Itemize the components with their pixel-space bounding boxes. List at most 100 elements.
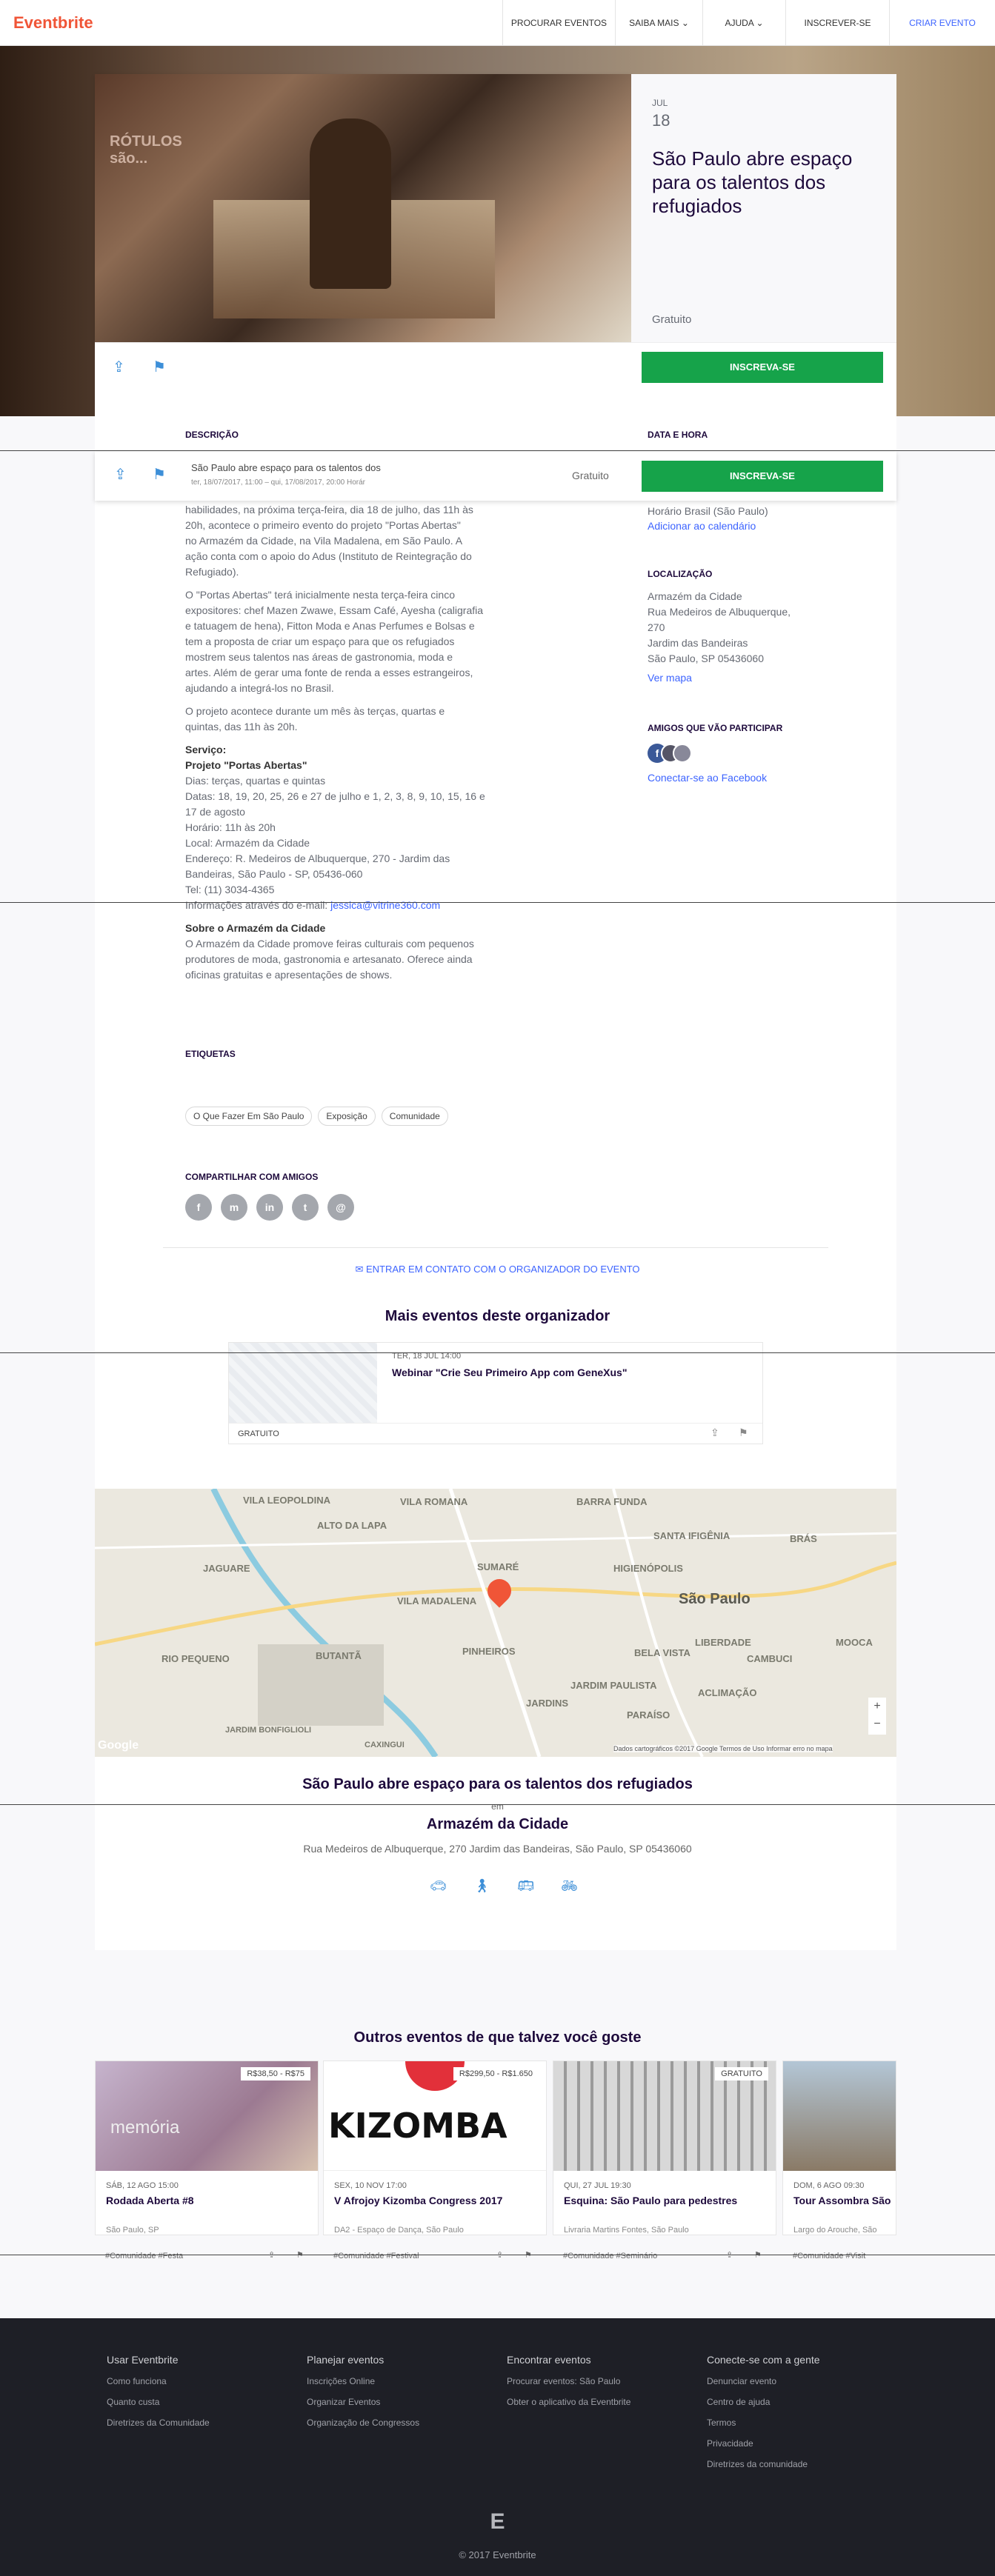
footer-link[interactable]: Denunciar evento	[707, 2376, 820, 2386]
divider	[163, 1247, 828, 1248]
nav-help-label: AJUDA	[725, 18, 754, 28]
facebook-share-icon[interactable]: f	[185, 1194, 212, 1221]
footer-link[interactable]: Inscrições Online	[307, 2376, 419, 2386]
event-image: RÓTULOS são...	[95, 74, 631, 342]
email-line: Informações através do e-mail: jessica@v…	[185, 899, 441, 911]
top-nav: Eventbrite PROCURAR EVENTOS SAIBA MAIS ⌄…	[0, 0, 995, 46]
description-paragraph-1: habilidades, na próxima terça-feira, dia…	[185, 504, 473, 578]
share-icon[interactable]: ⇪	[113, 358, 125, 376]
tag-item[interactable]: O Que Fazer Em São Paulo	[185, 1107, 313, 1126]
linkedin-share-icon[interactable]: in	[256, 1194, 283, 1221]
bookmark-icon[interactable]: ⚑	[153, 465, 166, 484]
contact-organizer-link[interactable]: ✉ ENTRAR EM CONTATO COM O ORGANIZADOR DO…	[0, 1264, 995, 1275]
walk-icon[interactable]: 🚶︎	[473, 1878, 490, 1894]
email-share-icon[interactable]: @	[327, 1194, 354, 1221]
nav-create-event[interactable]: CRIAR EVENTO	[889, 0, 995, 46]
venue-name: Armazém da Cidade	[426, 1816, 569, 1832]
twitter-share-icon[interactable]: t	[292, 1194, 319, 1221]
copyright: © 2017 Eventbrite	[459, 2549, 536, 2560]
footer: Usar Eventbrite Como funciona Quanto cus…	[0, 2318, 995, 2576]
sticky-price: Gratuito	[572, 470, 609, 481]
footer-link[interactable]: Diretrizes da comunidade	[707, 2459, 820, 2469]
view-map-link[interactable]: Ver mapa	[648, 670, 692, 686]
footer-link[interactable]: Centro de ajuda	[707, 2397, 820, 2407]
card-place: Largo do Arouche, São	[793, 2226, 877, 2235]
project-title: Projeto "Portas Abertas"	[185, 759, 307, 771]
email-link[interactable]: jessica@vitrine360.com	[330, 899, 440, 911]
share-heading: COMPARTILHAR COM AMIGOS	[185, 1172, 319, 1182]
event-thumbnail	[229, 1343, 377, 1423]
recommended-event-card[interactable]: DOM, 6 AGO 09:30 Tour Assombra São Largo…	[782, 2061, 896, 2235]
recommended-event-card[interactable]: KIZOMBA R$299,50 - R$1.650 SEX, 10 NOV 1…	[323, 2061, 547, 2235]
event-day: 18	[652, 111, 670, 130]
register-button[interactable]: INSCREVA-SE	[642, 352, 883, 383]
footer-link[interactable]: Procurar eventos: São Paulo	[507, 2376, 630, 2386]
messenger-share-icon[interactable]: m	[221, 1194, 247, 1221]
nav-sign-up[interactable]: INSCREVER-SE	[785, 0, 889, 46]
card-date: DOM, 6 AGO 09:30	[793, 2181, 865, 2190]
eventbrite-logo[interactable]: Eventbrite	[13, 13, 93, 33]
description-paragraph-2: O "Portas Abertas" terá inicialmente nes…	[185, 589, 484, 694]
event-price: Gratuito	[652, 313, 692, 326]
contact-organizer-label: ENTRAR EM CONTATO COM O ORGANIZADOR DO E…	[365, 1264, 640, 1275]
price-badge: R$38,50 - R$75	[241, 2067, 310, 2081]
sticky-register-bar: ⇪ ⚑ São Paulo abre espaço para os talent…	[95, 452, 896, 501]
mail-icon: ✉	[355, 1264, 364, 1275]
zoom-controls[interactable]: + −	[868, 1698, 886, 1735]
map-roads	[95, 1489, 896, 1757]
recommended-event-card[interactable]: GRATUITO QUI, 27 JUL 19:30 Esquina: São …	[553, 2061, 776, 2235]
bus-icon[interactable]: 🚌︎	[517, 1878, 534, 1894]
car-icon[interactable]: 🚗︎	[430, 1878, 447, 1894]
bookmark-icon[interactable]: ⚑	[739, 1427, 748, 1439]
sticky-register-button[interactable]: INSCREVA-SE	[642, 461, 883, 492]
tag-item[interactable]: Exposição	[318, 1107, 376, 1126]
nav-help[interactable]: AJUDA ⌄	[702, 0, 785, 46]
service-details: Dias: terças, quartas e quintas Datas: 18…	[185, 775, 485, 895]
footer-link[interactable]: Como funciona	[107, 2376, 210, 2386]
card-tags: #Comunidade #Seminário ⇪ ⚑	[563, 2251, 762, 2260]
card-tags: #Comunidade #Festival ⇪ ⚑	[333, 2251, 532, 2260]
share-icon[interactable]: ⇪	[114, 465, 127, 484]
transport-options: 🚗︎ 🚶︎ 🚌︎ 🚲︎	[430, 1878, 578, 1894]
footer-logo[interactable]: E	[0, 2509, 995, 2535]
footer-col-use: Usar Eventbrite Como funciona Quanto cus…	[107, 2354, 210, 2428]
divider	[0, 1804, 995, 1805]
connect-facebook-link[interactable]: Conectar-se ao Facebook	[648, 770, 767, 786]
venue-address: Rua Medeiros de Albuquerque, 270 Jardim …	[303, 1843, 692, 1855]
tags-heading: ETIQUETAS	[185, 1049, 236, 1059]
add-to-calendar-link[interactable]: Adicionar ao calendário	[648, 518, 756, 534]
price-badge: R$299,50 - R$1.650	[453, 2067, 539, 2081]
chevron-down-icon: ⌄	[756, 18, 764, 28]
nav-learn-more-label: SAIBA MAIS	[629, 18, 679, 28]
nav-learn-more[interactable]: SAIBA MAIS ⌄	[615, 0, 702, 46]
event-title: São Paulo abre espaço para os talentos d…	[652, 147, 853, 217]
footer-link[interactable]: Privacidade	[707, 2438, 820, 2449]
more-events-heading: Mais eventos deste organizador	[385, 1308, 610, 1324]
venue-at: em	[491, 1801, 504, 1812]
card-place: Livraria Martins Fontes, São Paulo	[564, 2226, 689, 2235]
recommend-heading: Outros eventos de que talvez você goste	[353, 2029, 642, 2046]
footer-link[interactable]: Quanto custa	[107, 2397, 210, 2407]
card-title: V Afrojoy Kizomba Congress 2017	[334, 2195, 503, 2206]
event-action-bar: ⇪ ⚑ INSCREVA-SE	[95, 342, 896, 391]
venue-event-title: São Paulo abre espaço para os talentos d…	[302, 1776, 693, 1792]
footer-link[interactable]: Organizar Eventos	[307, 2397, 419, 2407]
recommended-event-card[interactable]: memória R$38,50 - R$75 SÁB, 12 AGO 15:00…	[95, 2061, 319, 2235]
footer-col-title: Conecte-se com a gente	[707, 2354, 820, 2366]
card-date: SEX, 10 NOV 17:00	[334, 2181, 407, 2190]
bookmark-icon[interactable]: ⚑	[153, 358, 166, 376]
card-tags: #Comunidade #Visit	[793, 2252, 866, 2260]
share-icon[interactable]: ⇪	[711, 1427, 719, 1439]
tag-item[interactable]: Comunidade	[381, 1107, 448, 1126]
footer-link[interactable]: Obter o aplicativo da Eventbrite	[507, 2397, 630, 2407]
footer-link[interactable]: Diretrizes da Comunidade	[107, 2417, 210, 2428]
description-paragraph-3: O projeto acontece durante um mês às ter…	[185, 705, 445, 733]
footer-link[interactable]: Termos	[707, 2417, 820, 2428]
price-badge: GRATUITO	[715, 2067, 768, 2081]
location-map[interactable]: VILA LEOPOLDINA VILA ROMANA BARRA FUNDA …	[95, 1489, 896, 1757]
organizer-event-card[interactable]: TER, 18 JUL 14:00 Webinar "Crie Seu Prim…	[228, 1342, 763, 1444]
footer-link[interactable]: Organização de Congressos	[307, 2417, 419, 2428]
nav-browse-events[interactable]: PROCURAR EVENTOS	[502, 0, 615, 46]
bike-icon[interactable]: 🚲︎	[561, 1878, 578, 1894]
share-buttons: f m in t @	[185, 1194, 354, 1221]
